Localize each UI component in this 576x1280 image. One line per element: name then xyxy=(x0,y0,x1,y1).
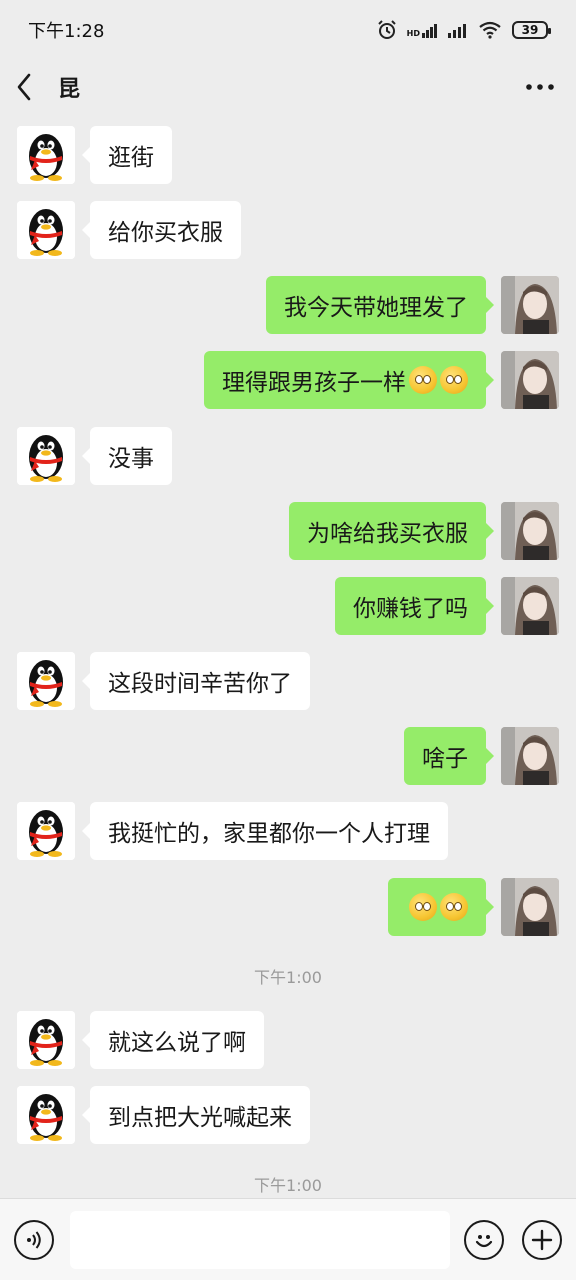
hd-signal-icon: HD xyxy=(407,22,438,38)
incoming-message: 我挺忙的，家里都你一个人打理 xyxy=(0,802,576,862)
incoming-message: 就这么说了啊 xyxy=(0,1011,576,1071)
message-bubble[interactable]: 就这么说了啊 xyxy=(82,1011,264,1069)
plus-icon xyxy=(531,1229,553,1250)
message-text: 啥子 xyxy=(422,746,468,772)
plus-button[interactable] xyxy=(522,1219,562,1260)
message-bubble[interactable]: 理得跟男孩子一样 xyxy=(204,351,494,409)
battery-level: 39 xyxy=(521,23,539,37)
chat-message-list[interactable]: 逛街 给你买衣服 我今天带她理发了 理得跟男孩子一样 没事 为啥给我买衣服 你赚… xyxy=(0,114,576,1198)
message-text: 给你买衣服 xyxy=(108,220,223,246)
my-avatar[interactable] xyxy=(501,727,559,785)
message-text: 你赚钱了吗 xyxy=(353,596,468,622)
outgoing-message: 理得跟男孩子一样 xyxy=(0,351,576,411)
input-bar xyxy=(0,1198,576,1280)
astonished-face-emoji xyxy=(440,893,468,921)
my-avatar[interactable] xyxy=(501,502,559,560)
message-text: 这段时间辛苦你了 xyxy=(108,671,292,697)
my-avatar[interactable] xyxy=(501,351,559,409)
my-avatar[interactable] xyxy=(501,878,559,936)
contact-avatar[interactable] xyxy=(17,126,75,184)
more-icon xyxy=(526,84,554,90)
outgoing-message xyxy=(0,878,576,938)
message-text: 我今天带她理发了 xyxy=(284,295,468,321)
message-text: 就这么说了啊 xyxy=(108,1030,246,1056)
message-timestamp: 下午1:00 xyxy=(254,968,322,987)
contact-avatar[interactable] xyxy=(17,652,75,710)
chat-title: 昆 xyxy=(58,77,81,102)
alarm-icon xyxy=(377,20,396,39)
contact-avatar[interactable] xyxy=(17,1086,75,1144)
message-bubble[interactable]: 啥子 xyxy=(404,727,494,785)
message-bubble[interactable]: 逛街 xyxy=(82,126,172,184)
voice-icon xyxy=(27,1230,41,1249)
more-options-button[interactable] xyxy=(520,67,560,107)
message-bubble[interactable]: 我挺忙的，家里都你一个人打理 xyxy=(82,802,448,860)
dizzy-face-emoji xyxy=(409,366,437,394)
chevron-left-icon xyxy=(17,73,31,101)
message-text: 逛街 xyxy=(108,145,154,171)
message-text: 到点把大光喊起来 xyxy=(108,1105,292,1131)
incoming-message: 没事 xyxy=(0,427,576,487)
dizzy-face-emoji xyxy=(440,366,468,394)
incoming-message: 给你买衣服 xyxy=(0,201,576,261)
incoming-message: 到点把大光喊起来 xyxy=(0,1086,576,1146)
message-bubble[interactable]: 为啥给我买衣服 xyxy=(289,502,494,560)
chat-header: 昆 xyxy=(0,60,576,114)
smiley-icon xyxy=(475,1234,493,1247)
outgoing-message: 为啥给我买衣服 xyxy=(0,502,576,562)
message-text: 为啥给我买衣服 xyxy=(307,521,468,547)
message-bubble[interactable]: 到点把大光喊起来 xyxy=(82,1086,310,1144)
contact-avatar[interactable] xyxy=(17,802,75,860)
signal-icon xyxy=(448,24,466,38)
back-button[interactable] xyxy=(16,67,46,107)
message-text: 理得跟男孩子一样 xyxy=(222,370,406,396)
outgoing-message: 我今天带她理发了 xyxy=(0,276,576,336)
message-bubble[interactable]: 这段时间辛苦你了 xyxy=(82,652,310,710)
my-avatar[interactable] xyxy=(501,276,559,334)
message-bubble[interactable]: 给你买衣服 xyxy=(82,201,241,259)
message-text: 我挺忙的，家里都你一个人打理 xyxy=(108,821,430,847)
outgoing-message: 啥子 xyxy=(0,727,576,787)
status-time: 下午1:28 xyxy=(28,21,105,42)
message-text: 没事 xyxy=(108,446,154,472)
incoming-message: 逛街 xyxy=(0,126,576,186)
wifi-icon xyxy=(479,21,501,39)
status-icons: HD 39 xyxy=(377,20,551,40)
incoming-message: 这段时间辛苦你了 xyxy=(0,652,576,712)
voice-button[interactable] xyxy=(14,1219,54,1260)
hd-label: HD xyxy=(406,29,420,38)
message-bubble[interactable]: 你赚钱了吗 xyxy=(335,577,494,635)
message-bubble[interactable] xyxy=(388,878,494,936)
status-bar: 下午1:28 HD 39 xyxy=(0,0,576,60)
battery-icon: 39 xyxy=(512,21,551,39)
contact-avatar[interactable] xyxy=(17,201,75,259)
emoji-button[interactable] xyxy=(464,1219,504,1260)
message-timestamp: 下午1:00 xyxy=(254,1176,322,1195)
message-input[interactable] xyxy=(70,1210,450,1269)
message-bubble[interactable]: 没事 xyxy=(82,427,172,485)
my-avatar[interactable] xyxy=(501,577,559,635)
outgoing-message: 你赚钱了吗 xyxy=(0,577,576,637)
contact-avatar[interactable] xyxy=(17,427,75,485)
message-bubble[interactable]: 我今天带她理发了 xyxy=(266,276,494,334)
astonished-face-emoji xyxy=(409,893,437,921)
contact-avatar[interactable] xyxy=(17,1011,75,1069)
